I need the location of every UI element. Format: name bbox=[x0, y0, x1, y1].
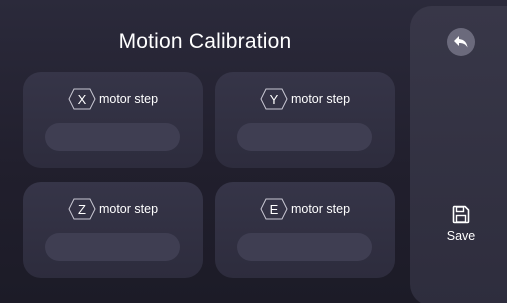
x-axis-label: X motor step bbox=[23, 88, 203, 110]
y-axis-label: Y motor step bbox=[215, 88, 395, 110]
x-motor-step-input[interactable] bbox=[45, 123, 180, 151]
x-axis-caption: motor step bbox=[98, 92, 159, 106]
screen: Motion Calibration X motor step Y motor … bbox=[0, 0, 507, 303]
y-axis-caption: motor step bbox=[290, 92, 351, 106]
z-axis-caption: motor step bbox=[98, 202, 159, 216]
e-motor-step-input[interactable] bbox=[237, 233, 372, 261]
back-arrow-icon bbox=[454, 36, 468, 48]
y-motor-step-input[interactable] bbox=[237, 123, 372, 151]
save-label: Save bbox=[446, 229, 476, 243]
save-button[interactable]: Save bbox=[436, 205, 486, 255]
page-title: Motion Calibration bbox=[118, 30, 292, 53]
e-axis-card: E motor step bbox=[215, 182, 395, 278]
y-axis-badge: Y bbox=[260, 88, 288, 110]
z-motor-step-input[interactable] bbox=[45, 233, 180, 261]
z-axis-badge: Z bbox=[68, 198, 96, 220]
x-axis-card: X motor step bbox=[23, 72, 203, 168]
e-axis-label: E motor step bbox=[215, 198, 395, 220]
z-axis-card: Z motor step bbox=[23, 182, 203, 278]
y-axis-card: Y motor step bbox=[215, 72, 395, 168]
e-axis-badge: E bbox=[260, 198, 288, 220]
back-button[interactable] bbox=[447, 28, 475, 56]
floppy-disk-icon bbox=[452, 205, 470, 224]
z-axis-label: Z motor step bbox=[23, 198, 203, 220]
e-axis-caption: motor step bbox=[290, 202, 351, 216]
main-panel: Motion Calibration X motor step Y motor … bbox=[0, 0, 410, 303]
x-axis-badge: X bbox=[68, 88, 96, 110]
